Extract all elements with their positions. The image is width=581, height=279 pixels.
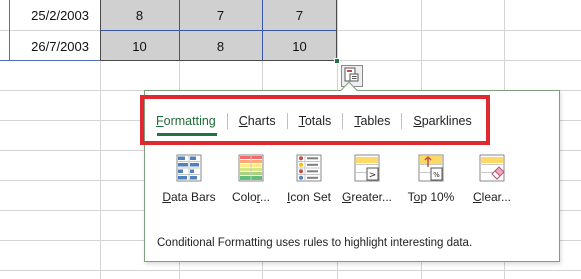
color-scale-icon: [238, 154, 264, 182]
top-10-button[interactable]: % Top 10%: [397, 154, 465, 210]
greater-than-icon: >: [354, 154, 380, 182]
selection-inner-border: [100, 30, 337, 31]
cell-value[interactable]: 7: [262, 0, 337, 30]
clear-format-button[interactable]: Clear...: [458, 154, 526, 210]
svg-text:%: %: [433, 171, 440, 179]
cell-value[interactable]: 8: [100, 0, 179, 30]
icon-set-label: Icon Set: [286, 190, 332, 204]
greater-than-button[interactable]: > Greater...: [333, 154, 401, 210]
clear-format-label: Clear...: [472, 190, 512, 204]
data-bars-label: Data Bars: [162, 190, 216, 204]
data-bars-icon: [176, 154, 202, 182]
clear-format-icon: [479, 154, 505, 182]
cell-date[interactable]: 25/2/2003: [0, 0, 100, 30]
date-column-border: [0, 60, 100, 61]
fill-handle[interactable]: [334, 58, 340, 64]
cell-value[interactable]: 10: [100, 31, 179, 61]
svg-text:>: >: [369, 171, 377, 181]
gridline: [0, 270, 581, 271]
date-column-border: [9, 0, 10, 61]
icon-set-icon: [296, 154, 322, 182]
tabs-highlight-annotation: [140, 95, 490, 145]
cell-date[interactable]: 26/7/2003: [0, 31, 100, 61]
cell-value[interactable]: 10: [262, 31, 337, 61]
panel-description: Conditional Formatting uses rules to hig…: [157, 237, 473, 249]
color-scale-label: Color...: [231, 190, 271, 204]
greater-than-label: Greater...: [341, 190, 393, 204]
top-10-label: Top 10%: [407, 190, 455, 204]
cell-value[interactable]: 8: [179, 31, 262, 61]
selection-inner-border: [262, 0, 263, 61]
formatting-options: Data Bars Color... Icon Set > Greater...…: [155, 154, 535, 214]
data-bars-button[interactable]: Data Bars: [155, 154, 223, 210]
selection-inner-border: [179, 0, 180, 61]
cell-value[interactable]: 7: [179, 0, 262, 30]
top-10-icon: %: [418, 154, 444, 182]
